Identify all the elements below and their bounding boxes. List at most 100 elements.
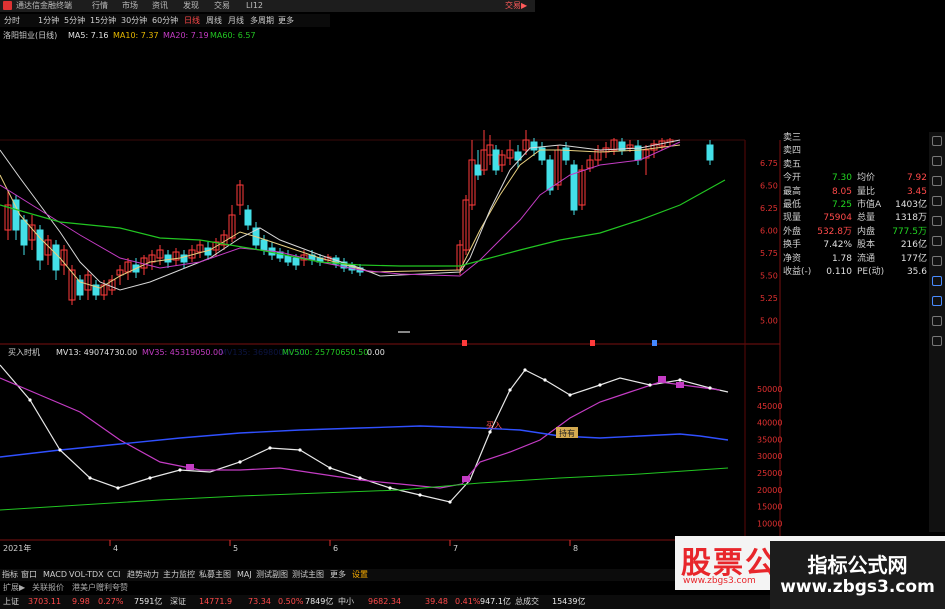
tool-icon[interactable] [932, 236, 942, 246]
tool-icon[interactable] [932, 316, 942, 326]
tab-cci[interactable]: CCI [107, 569, 121, 581]
signal-dot [418, 493, 422, 497]
period-tab-more[interactable]: 更多 [278, 14, 294, 27]
promo-link[interactable]: 港美户赠利夸赞 [72, 582, 128, 593]
period-tab-5min[interactable]: 5分钟 [64, 14, 85, 27]
menu-quotes[interactable]: 行情 [92, 0, 108, 12]
price-tick-label: 5.00 [760, 317, 778, 326]
tab-test-sub[interactable]: 测试副图 [256, 569, 288, 581]
signal-dot [523, 368, 527, 372]
signal-dot [708, 386, 712, 390]
candle-body [570, 164, 578, 211]
volume-tick-label: 40000 [757, 419, 782, 428]
mv500-line [0, 467, 729, 511]
tool-icon[interactable] [932, 156, 942, 166]
stock-name: 洛阳钼业(日线) [3, 31, 58, 40]
menu-market[interactable]: 市场 [122, 0, 138, 12]
tab-private-main[interactable]: 私募主图 [199, 569, 231, 581]
quote-row: 最高 8.05 量比 3.45 [780, 186, 930, 198]
tab-vol-tdx[interactable]: VOL-TDX [69, 569, 104, 581]
volume-tick-label: 15000 [757, 503, 782, 512]
quote-value: 177亿 [900, 253, 927, 264]
tool-icon[interactable] [932, 196, 942, 206]
mv13-line [0, 364, 729, 503]
signal-dot [268, 446, 272, 450]
period-tab-monthly[interactable]: 月线 [228, 14, 244, 27]
tab-main-monitor[interactable]: 主力监控 [163, 569, 195, 581]
candle-body [292, 257, 300, 266]
tool-icon[interactable] [932, 176, 942, 186]
quote-value: 1403亿 [895, 200, 927, 210]
menu-info[interactable]: 资讯 [152, 0, 168, 12]
related-quotes-link[interactable]: 关联报价 [32, 582, 64, 593]
signal-dot [148, 476, 152, 480]
quote-label: 最高 [783, 186, 802, 197]
tool-icon[interactable] [932, 256, 942, 266]
tool-icon[interactable] [932, 336, 942, 346]
ma60-value: MA60: 6.57 [210, 31, 256, 40]
price-tick-label: 6.00 [760, 227, 778, 236]
kline-chart-surface[interactable]: 6.756.506.256.005.755.505.255.0050000450… [0, 0, 945, 609]
period-tab-daily[interactable]: 日线 [184, 14, 200, 27]
cursor-marker [398, 331, 410, 333]
volume-tick-label: 25000 [757, 469, 782, 478]
price-tick-label: 5.25 [760, 294, 778, 303]
price-tick-label: 6.50 [760, 182, 778, 191]
quote-label: 外盘 [783, 226, 802, 237]
ma20-line [0, 141, 681, 277]
quote-row: 卖四 [780, 145, 930, 157]
tab-indicator[interactable]: 指标 [2, 569, 18, 581]
indicator-name[interactable]: 买入时机 [8, 347, 40, 359]
tab-maj[interactable]: MAJ [237, 569, 252, 581]
period-tab-15min[interactable]: 15分钟 [90, 14, 116, 27]
tab-settings[interactable]: 设置 [352, 569, 368, 581]
menu-account[interactable]: LI12 [246, 0, 263, 12]
tab-macd[interactable]: MACD [43, 569, 67, 581]
tab-more[interactable]: 更多 [330, 569, 346, 581]
zoom-in-icon[interactable] [932, 276, 942, 286]
extend-button[interactable]: 扩展▶ [3, 582, 25, 593]
period-tab-60min[interactable]: 60分钟 [152, 14, 178, 27]
quote-label: 市值A [857, 200, 882, 210]
tab-test-main[interactable]: 测试主图 [292, 569, 324, 581]
candle-body [474, 164, 482, 176]
period-tab-1min[interactable]: 1分钟 [38, 14, 59, 27]
month-label: 5 [233, 544, 238, 553]
quote-label: 今开 [783, 173, 802, 184]
site-url: www.zbgs3.com [780, 577, 935, 597]
quote-label: 流通 [857, 253, 876, 264]
ma20-value: MA20: 7.19 [163, 31, 209, 40]
tool-icon[interactable] [932, 136, 942, 146]
zoom-out-icon[interactable] [932, 296, 942, 306]
status-item: 7591亿 [134, 597, 163, 606]
tool-icon[interactable] [932, 216, 942, 226]
mv500-value: MV500: 25770650.50 [282, 348, 369, 357]
price-tick-label: 6.25 [760, 204, 778, 213]
quote-label: 现量 [783, 213, 802, 224]
period-tab-30min[interactable]: 30分钟 [121, 14, 147, 27]
candle-body [12, 199, 20, 231]
period-tab-multi[interactable]: 多周期 [250, 14, 274, 27]
trade-link[interactable]: 交易▶ [505, 0, 527, 12]
tab-window[interactable]: 窗口 [21, 569, 37, 581]
quote-label: 内盘 [857, 226, 876, 237]
mv13-value: MV13: 49074730.00 [56, 348, 138, 357]
signal-dot [58, 448, 62, 452]
quote-label: 最低 [783, 200, 802, 210]
status-item: 中小 [338, 597, 354, 606]
menu-discover[interactable]: 发现 [183, 0, 199, 12]
quote-row: 现量 75904 总量 1318万 [780, 212, 930, 224]
period-tab-intraday[interactable]: 分时 [4, 14, 20, 27]
menu-trade[interactable]: 交易 [214, 0, 230, 12]
status-item: 7849亿 [305, 597, 334, 606]
period-tab-weekly[interactable]: 周线 [206, 14, 222, 27]
status-item: 0.41% [455, 597, 481, 606]
app-logo-icon [3, 1, 12, 10]
quote-value: 8.05 [831, 186, 852, 197]
price-tick-label: 5.50 [760, 272, 778, 281]
ma5-value: MA5: 7.16 [68, 31, 109, 40]
quote-label: 股本 [857, 240, 876, 251]
signal-dot [388, 486, 392, 490]
tab-trend-power[interactable]: 趋势动力 [127, 569, 159, 581]
quote-label: 净资 [783, 253, 802, 264]
